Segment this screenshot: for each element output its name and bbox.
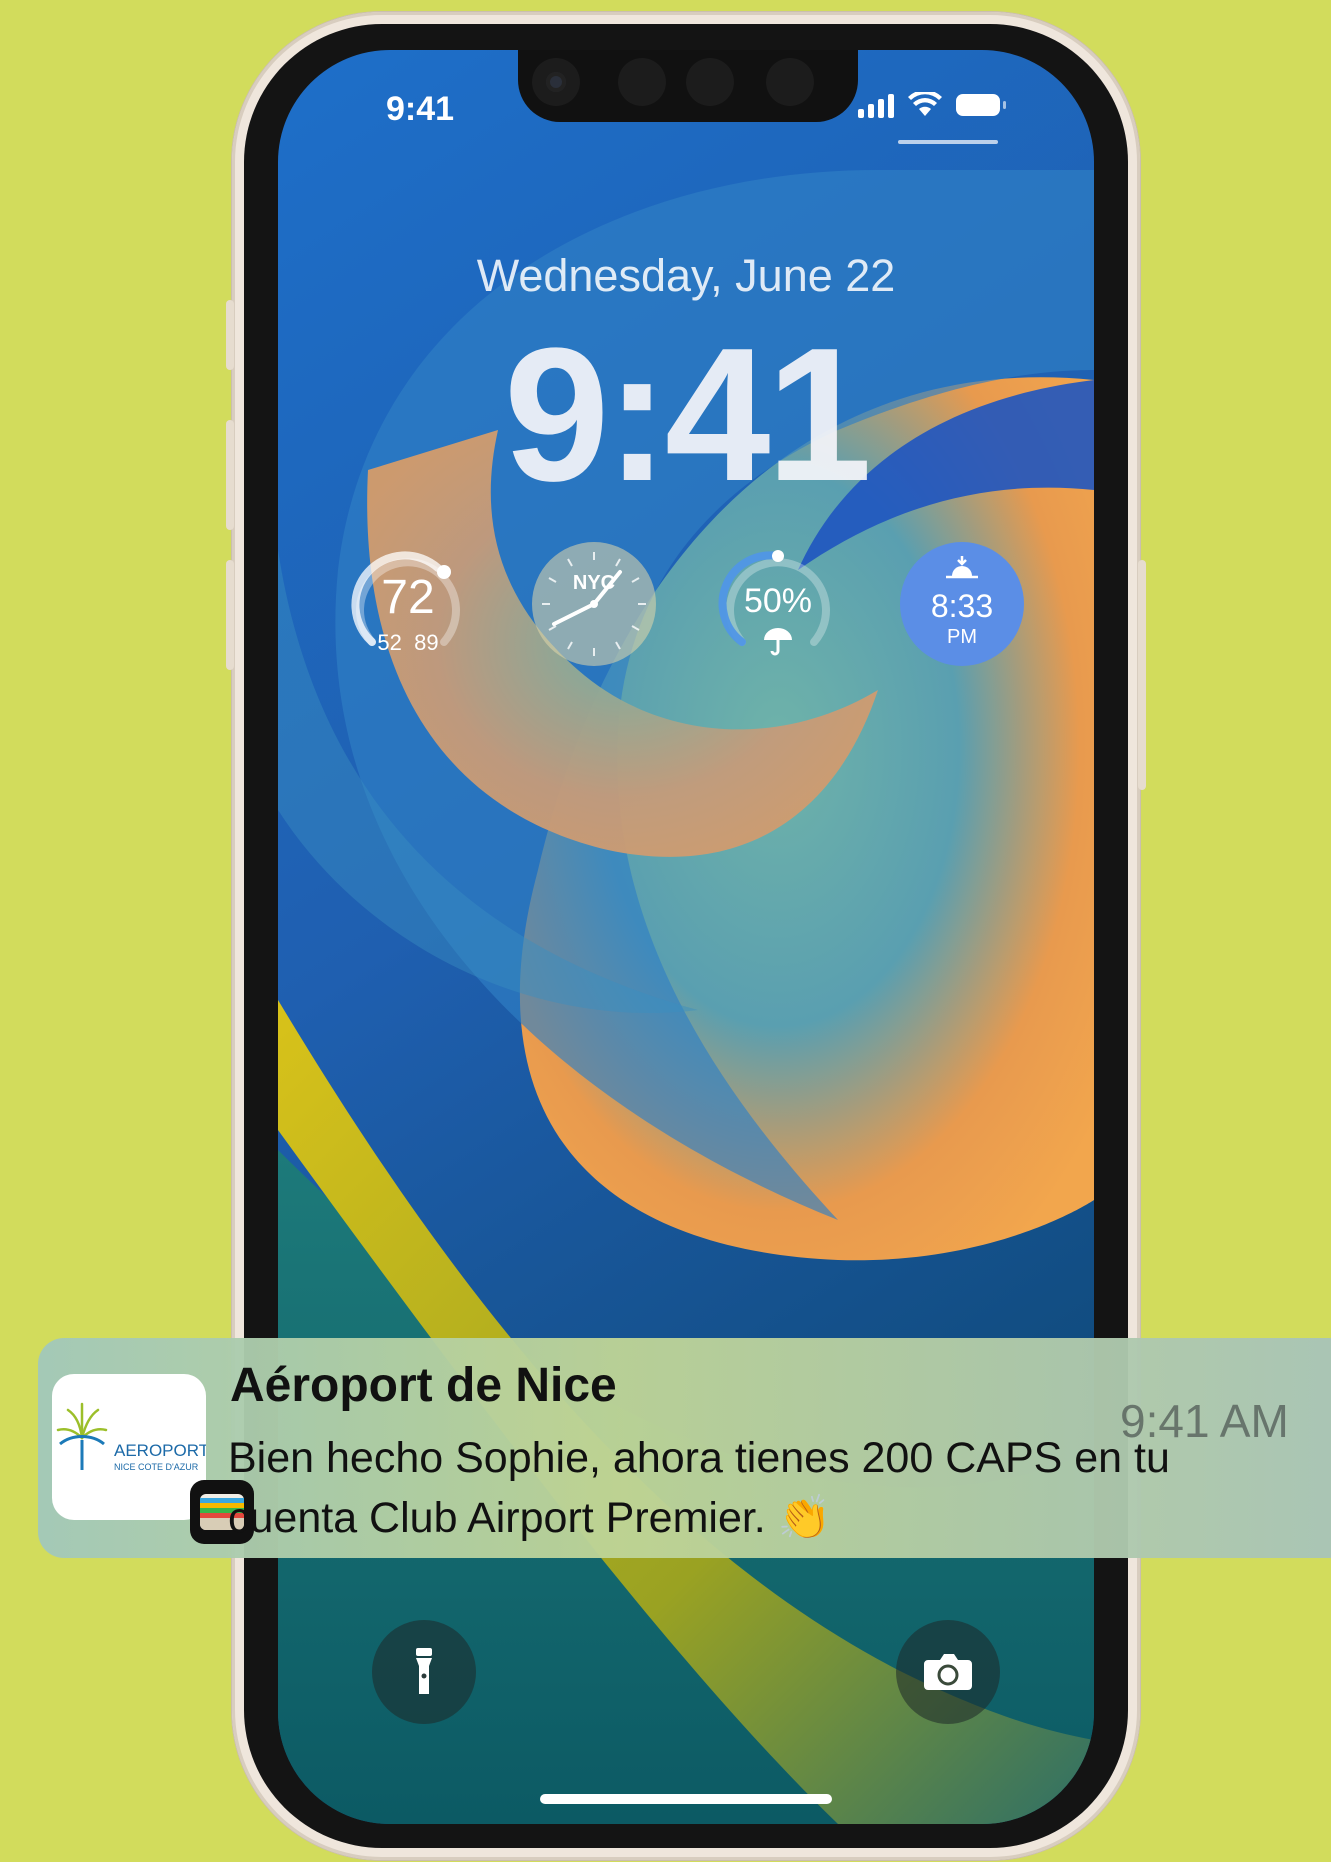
ambient-sensor (766, 58, 814, 106)
sunset-period: PM (947, 626, 977, 648)
cellular-signal-icon (858, 92, 894, 118)
clapping-hands-emoji: 👏 (777, 1494, 832, 1542)
notification-banner[interactable]: AEROPORT NICE COTE D'AZUR Aéroport de Ni… (38, 1338, 1331, 1558)
control-center-indicator (898, 140, 998, 144)
volume-up-button (226, 420, 234, 530)
status-icons (858, 92, 1006, 118)
world-clock-widget[interactable]: NYC (532, 542, 656, 666)
status-time: 9:41 (386, 90, 455, 128)
battery-icon (956, 94, 1006, 116)
flashlight-button[interactable] (372, 1620, 476, 1724)
sunset-widget[interactable]: 8:33 PM (900, 542, 1024, 666)
notch (518, 50, 858, 122)
lock-date: Wednesday, June 22 (476, 250, 896, 301)
clock-face-icon (542, 552, 646, 656)
home-indicator[interactable] (540, 1794, 832, 1804)
rain-chance-widget[interactable]: 50% (716, 542, 840, 666)
proximity-sensor (686, 58, 734, 106)
notification-message: Bien hecho Sophie, ahora tienes 200 CAPS… (228, 1434, 1170, 1542)
camera-icon (924, 1654, 972, 1690)
app-icon-text: AEROPORT (114, 1441, 206, 1460)
flashlight-icon (416, 1648, 432, 1694)
notification-title: Aéroport de Nice (230, 1359, 617, 1412)
world-clock-city: NYC (572, 572, 616, 594)
sunset-icon (946, 556, 978, 579)
weather-temp: 72 (381, 571, 435, 624)
app-icon-subtext: NICE COTE D'AZUR (114, 1462, 199, 1472)
umbrella-icon (764, 628, 792, 656)
sunset-time: 8:33 (930, 588, 994, 624)
face-id-sensor (618, 58, 666, 106)
weather-low-high: 52 89 (377, 630, 439, 655)
wifi-icon (908, 92, 942, 116)
power-button (1138, 560, 1146, 790)
notification-body: Bien hecho Sophie, ahora tienes 200 CAPS… (228, 1428, 1288, 1548)
weather-widget[interactable]: 72 52 89 (346, 542, 470, 666)
volume-down-button (226, 560, 234, 670)
action-button (226, 300, 234, 370)
rain-chance-value: 50% (743, 582, 813, 620)
app-icon: AEROPORT NICE COTE D'AZUR (52, 1374, 206, 1520)
camera-button[interactable] (896, 1620, 1000, 1724)
aeroport-logo-icon: AEROPORT NICE COTE D'AZUR (56, 1402, 206, 1472)
front-camera (532, 58, 580, 106)
lock-time: 9:41 (503, 309, 872, 521)
